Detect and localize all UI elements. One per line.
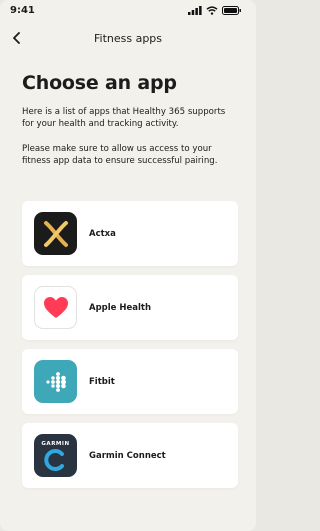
app-name: Garmin Connect <box>89 450 166 461</box>
battery-icon <box>222 5 241 15</box>
status-icons <box>188 5 242 15</box>
app-name: Fitbit <box>89 376 115 387</box>
phone-screen: 9:41 Fitness apps Choose an app Here is … <box>0 0 256 531</box>
app-name: Actxa <box>89 228 116 239</box>
intro-text: Here is a list of apps that Healthy 365 … <box>22 107 226 129</box>
wifi-icon <box>206 5 218 15</box>
main-content: Choose an app Here is a list of apps tha… <box>0 56 256 488</box>
signal-icon <box>188 5 202 15</box>
app-card-garmin-connect[interactable]: GARMIN Garmin Connect <box>22 423 238 488</box>
nav-title: Fitness apps <box>93 31 163 45</box>
navigation-bar: Fitness apps <box>0 20 256 56</box>
back-button[interactable] <box>8 29 26 47</box>
status-time: 9:41 <box>10 4 35 16</box>
app-name: Apple Health <box>89 302 152 313</box>
app-list: Actxa Apple Health Fitbit GARMIN Garmin … <box>22 201 238 488</box>
app-card-actxa[interactable]: Actxa <box>22 201 238 266</box>
garmin-connect-icon: GARMIN <box>34 434 77 477</box>
chevron-left-icon <box>13 32 20 44</box>
page-title: Choose an app <box>22 72 177 94</box>
fitbit-dots-icon <box>34 360 77 403</box>
apple-health-heart-icon <box>34 286 77 329</box>
app-card-apple-health[interactable]: Apple Health <box>22 275 238 340</box>
actxa-logo-icon <box>34 212 77 255</box>
app-card-fitbit[interactable]: Fitbit <box>22 349 238 414</box>
status-bar: 9:41 <box>0 0 256 20</box>
permission-note: Please make sure to allow us access to y… <box>22 144 218 166</box>
